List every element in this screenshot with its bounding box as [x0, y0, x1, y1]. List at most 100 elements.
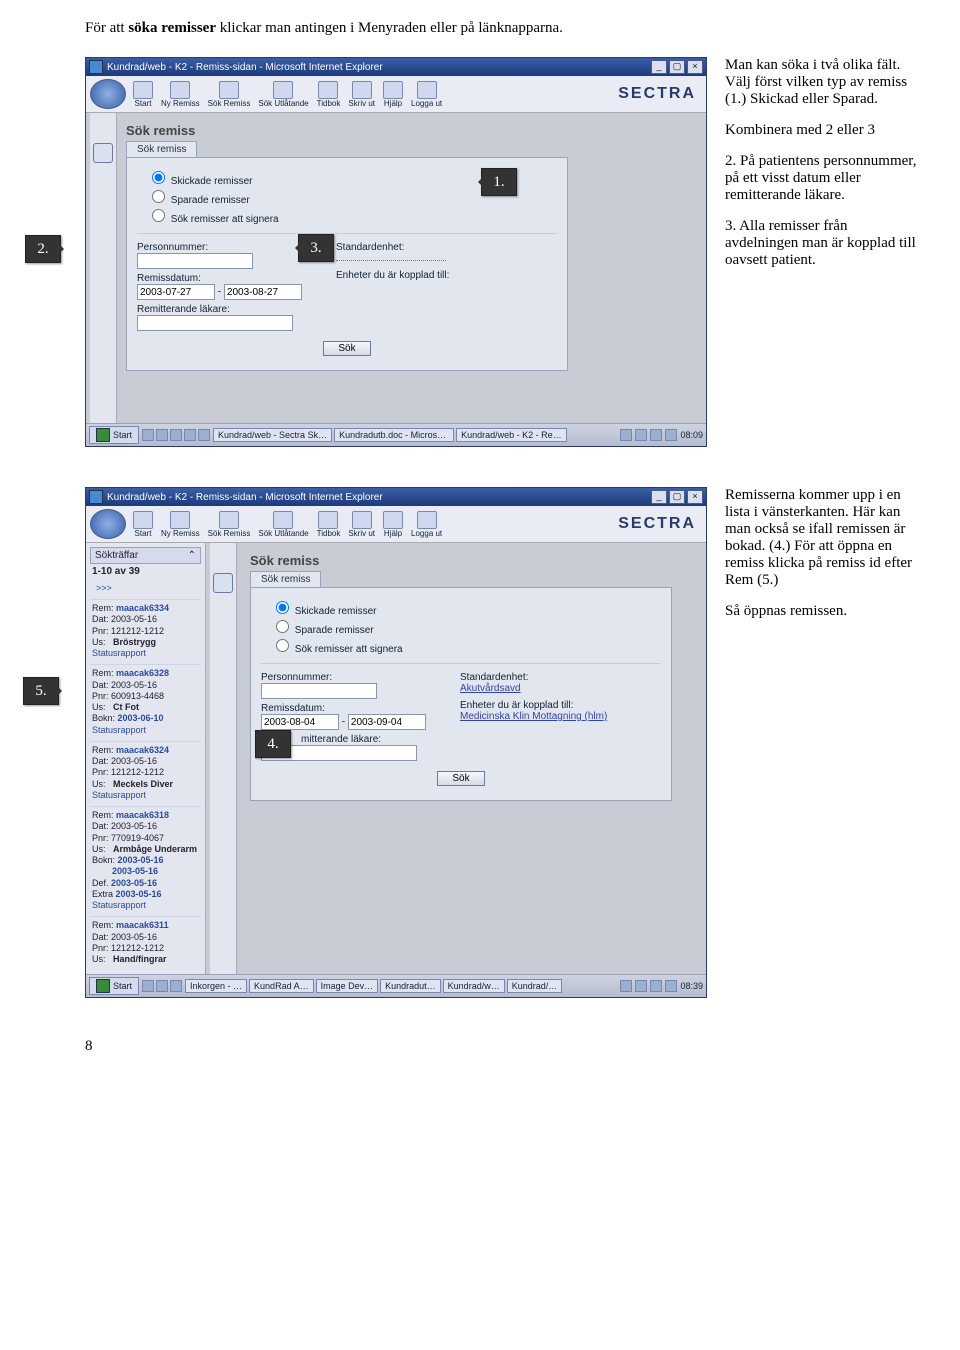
rem-link[interactable]: maacak6334 [116, 603, 169, 613]
taskbar-item[interactable]: Inkorgen - … [185, 979, 247, 993]
tray-icon[interactable] [650, 980, 662, 992]
toolbar-icon [273, 511, 293, 529]
window-titlebar: Kundrad/web - K2 - Remiss-sidan - Micros… [86, 488, 706, 506]
brand-logo: SECTRA [618, 85, 696, 103]
toolbar-icon [170, 81, 190, 99]
toolbar-hjälp[interactable]: Hjälp [380, 511, 406, 538]
ie-icon [89, 60, 103, 74]
more-link[interactable]: >>> [96, 583, 201, 593]
toolbar-sök-remiss[interactable]: Sök Remiss [205, 511, 254, 538]
enheter-link[interactable]: Medicinska Klin Mottagning (hlm) [460, 711, 607, 722]
personnummer-input[interactable] [261, 683, 377, 699]
tray-icon[interactable] [665, 980, 677, 992]
personnummer-input[interactable] [137, 253, 253, 269]
toolbar-tidbok[interactable]: Tidbok [314, 511, 344, 538]
quicklaunch-icon[interactable] [170, 429, 182, 441]
rem-link[interactable]: maacak6318 [116, 810, 169, 820]
quicklaunch-icon[interactable] [170, 980, 182, 992]
toolbar-icon [352, 81, 372, 99]
rem-link[interactable]: maacak6311 [116, 920, 169, 930]
taskbar-item[interactable]: Kundrad/web - Sectra Sk… [213, 428, 332, 442]
minimize-button[interactable]: _ [651, 60, 667, 74]
remitterande-input[interactable] [137, 315, 293, 331]
maximize-button[interactable]: ▢ [669, 490, 685, 504]
quicklaunch-icon[interactable] [156, 980, 168, 992]
tray-icon[interactable] [665, 429, 677, 441]
start-button[interactable]: Start [89, 426, 139, 444]
brand-globe-icon [90, 79, 126, 109]
window-titlebar: Kundrad/web - K2 - Remiss-sidan - Micros… [86, 58, 706, 76]
search-icon[interactable] [213, 573, 233, 593]
rem-link[interactable]: maacak6324 [116, 745, 169, 755]
standardenhet-link[interactable]: Akutvårdsavd [460, 683, 521, 694]
maximize-button[interactable]: ▢ [669, 60, 685, 74]
date-to-input[interactable] [224, 284, 302, 300]
rem-link[interactable]: maacak6328 [116, 668, 169, 678]
toolbar-icon [273, 81, 293, 99]
toolbar-skriv-ut[interactable]: Skriv ut [345, 81, 378, 108]
radio-signera[interactable]: Sök remisser att signera [271, 636, 661, 655]
toolbar-label: Sök Remiss [208, 529, 251, 538]
toolbar-label: Start [135, 99, 152, 108]
toolbar-logga-ut[interactable]: Logga ut [408, 81, 445, 108]
radio-skickade[interactable]: Skickade remisser [271, 598, 661, 617]
tab-sok-remiss[interactable]: Sök remiss [126, 141, 197, 157]
toolbar-hjälp[interactable]: Hjälp [380, 81, 406, 108]
toolbar-label: Ny Remiss [161, 529, 200, 538]
toolbar-tidbok[interactable]: Tidbok [314, 81, 344, 108]
results-header: Sökträffar [95, 550, 138, 561]
quicklaunch-icon[interactable] [198, 429, 210, 441]
toolbar-icon [318, 511, 338, 529]
tray-icon[interactable] [620, 980, 632, 992]
sok-button[interactable]: Sök [437, 771, 484, 786]
toolbar-skriv-ut[interactable]: Skriv ut [345, 511, 378, 538]
quicklaunch-icon[interactable] [184, 429, 196, 441]
toolbar-ny-remiss[interactable]: Ny Remiss [158, 81, 203, 108]
radio-sparade[interactable]: Sparade remisser [271, 617, 661, 636]
taskbar-item[interactable]: Kundrad/… [507, 979, 563, 993]
date-to-input[interactable] [348, 714, 426, 730]
taskbar-item[interactable]: Kundradut… [380, 979, 441, 993]
collapse-icon[interactable]: ⌃ [188, 550, 196, 561]
search-icon[interactable] [93, 143, 113, 163]
close-button[interactable]: × [687, 60, 703, 74]
tray-icon[interactable] [650, 429, 662, 441]
standardenhet-field: Standardenhet: Akutvårdsavd [460, 672, 661, 694]
windows-icon [96, 979, 110, 993]
toolbar-sök-remiss[interactable]: Sök Remiss [205, 81, 254, 108]
toolbar-sök-utlåtande[interactable]: Sök Utlåtande [255, 511, 311, 538]
quicklaunch-icon[interactable] [142, 429, 154, 441]
close-button[interactable]: × [687, 490, 703, 504]
taskbar-item[interactable]: KundRad A… [249, 979, 314, 993]
results-column: Sökträffar ⌃ 1-10 av 39 >>> Rem: maacak6… [86, 543, 206, 974]
toolbar-start[interactable]: Start [130, 81, 156, 108]
taskbar-item[interactable]: Kundrad/web - K2 - Re… [456, 428, 567, 442]
date-from-input[interactable] [137, 284, 215, 300]
toolbar-ny-remiss[interactable]: Ny Remiss [158, 511, 203, 538]
toolbar-icon [170, 511, 190, 529]
tray-icon[interactable] [635, 429, 647, 441]
taskbar-item[interactable]: Kundradutb.doc - Microso… [334, 428, 454, 442]
tray-icon[interactable] [620, 429, 632, 441]
toolbar-start[interactable]: Start [130, 511, 156, 538]
date-from-input[interactable] [261, 714, 339, 730]
enheter-field: Enheter du är kopplad till: Medicinska K… [460, 700, 661, 722]
tab-sok-remiss[interactable]: Sök remiss [250, 571, 321, 587]
taskbar-item[interactable]: Kundrad/w… [443, 979, 505, 993]
toolbar-logga-ut[interactable]: Logga ut [408, 511, 445, 538]
toolbar-sök-utlåtande[interactable]: Sök Utlåtande [255, 81, 311, 108]
start-button[interactable]: Start [89, 977, 139, 995]
tray-clock: 08:39 [680, 981, 703, 991]
callout-2: 2. [25, 235, 61, 263]
quicklaunch-icon[interactable] [156, 429, 168, 441]
window-title: Kundrad/web - K2 - Remiss-sidan - Micros… [107, 62, 383, 73]
sok-button[interactable]: Sök [323, 341, 370, 356]
personnummer-field: Personnummer: [261, 672, 446, 699]
remissdatum-field: Remissdatum: - [137, 273, 322, 300]
quicklaunch-icon[interactable] [142, 980, 154, 992]
minimize-button[interactable]: _ [651, 490, 667, 504]
app-toolbar: Start Ny RemissSök RemissSök UtlåtandeTid… [86, 76, 706, 113]
taskbar-item[interactable]: Image Dev… [316, 979, 379, 993]
tray-icon[interactable] [635, 980, 647, 992]
radio-signera[interactable]: Sök remisser att signera [147, 206, 557, 225]
